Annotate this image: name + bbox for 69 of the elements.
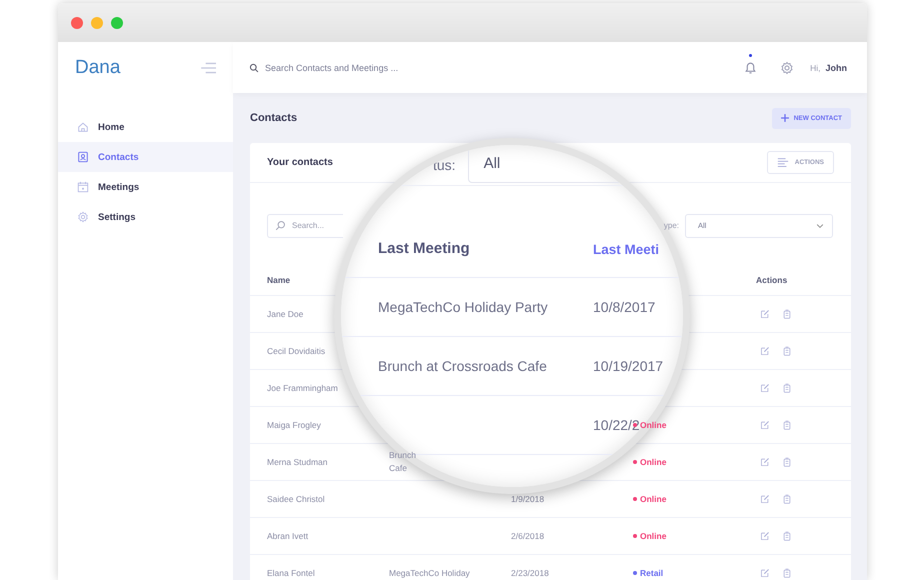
status-label: Retail: [640, 568, 664, 578]
trash-icon[interactable]: [782, 309, 792, 319]
edit-icon[interactable]: [760, 346, 770, 356]
table-cell-text: Cecil Dovidaitis: [267, 346, 326, 356]
edit-icon[interactable]: [760, 568, 770, 578]
nav-item[interactable]: Settings: [58, 202, 233, 232]
table-cell: MegaTechCo Holiday: [389, 566, 470, 580]
settings-icon: [77, 211, 89, 223]
menu-icon[interactable]: [199, 60, 217, 76]
edit-icon[interactable]: [760, 531, 770, 541]
table-cell: 2/23/2018: [511, 568, 549, 578]
notification-bell-icon[interactable]: [743, 60, 758, 75]
list-icon: [776, 156, 789, 168]
column-header[interactable]: Last Meeting: [378, 240, 470, 257]
table-cell: 2/6/2018: [511, 531, 544, 541]
trash-icon[interactable]: [782, 420, 792, 430]
page-title: Contacts: [250, 112, 298, 124]
edit-icon[interactable]: [760, 420, 770, 430]
table-cell: Brunch Cafe: [389, 449, 416, 475]
trash-icon[interactable]: [782, 531, 792, 541]
greeting: Hi,: [810, 62, 820, 72]
trash-icon[interactable]: [782, 346, 792, 356]
edit-icon[interactable]: [760, 494, 770, 504]
settings-icon[interactable]: [780, 60, 794, 74]
window-control[interactable]: [91, 16, 103, 28]
contact-card-icon: [77, 151, 89, 163]
table-cell-text: Maiga Frogley: [267, 420, 322, 430]
table-cell: 10/22/2: [593, 417, 640, 433]
table-cell-text: Elana Fontel: [267, 568, 316, 578]
window-control[interactable]: [71, 16, 83, 28]
edit-icon[interactable]: [760, 383, 770, 393]
user-name[interactable]: John: [826, 62, 847, 72]
status-label: Online: [640, 457, 666, 467]
card-title: Your contacts: [267, 157, 333, 168]
trash-icon[interactable]: [782, 383, 792, 393]
table-cell-text: Jane Doe: [267, 309, 304, 319]
calendar-icon: [77, 181, 89, 193]
column-header[interactable]: Last Meeti: [593, 242, 660, 257]
status-label: Online: [640, 494, 666, 504]
nav-item[interactable]: Home: [58, 112, 233, 142]
filter-label: ype:: [664, 221, 679, 230]
window-control[interactable]: [111, 16, 123, 28]
table-cell-text: Merna Studman: [267, 457, 328, 467]
table-cell: 10/8/2017: [593, 299, 656, 315]
search-field[interactable]: Search...: [267, 214, 343, 238]
search-icon: [275, 220, 286, 230]
table-cell-text: Saidee Christol: [267, 494, 326, 504]
column-header: Actions: [755, 274, 788, 284]
edit-icon[interactable]: [760, 309, 770, 319]
table-cell: 1/9/2018: [511, 494, 544, 504]
trash-icon[interactable]: [782, 494, 792, 504]
table-cell-text: Joe Frammingham: [267, 383, 339, 393]
status-label: Online: [640, 420, 666, 430]
status-label: Online: [640, 531, 666, 541]
table-cell-text: Abran Ivett: [267, 531, 310, 541]
app-logo: Dana: [75, 56, 120, 78]
column-header[interactable]: Name: [267, 274, 290, 284]
table-cell: MegaTechCo Holiday Party: [378, 299, 548, 315]
trash-icon[interactable]: [782, 568, 792, 578]
table-cell: Brunch at Crossroads Cafe: [378, 358, 547, 374]
home-icon: [77, 121, 89, 133]
table-cell: 10/19/2017: [593, 358, 664, 374]
search-field[interactable]: Search Contacts and Meetings ...: [265, 62, 465, 72]
trash-icon[interactable]: [782, 457, 792, 467]
nav-item[interactable]: Meetings: [58, 172, 233, 202]
search-icon: [249, 62, 259, 72]
edit-icon[interactable]: [760, 457, 770, 467]
nav-item[interactable]: Contacts: [58, 142, 233, 172]
plus-icon: [780, 113, 790, 123]
